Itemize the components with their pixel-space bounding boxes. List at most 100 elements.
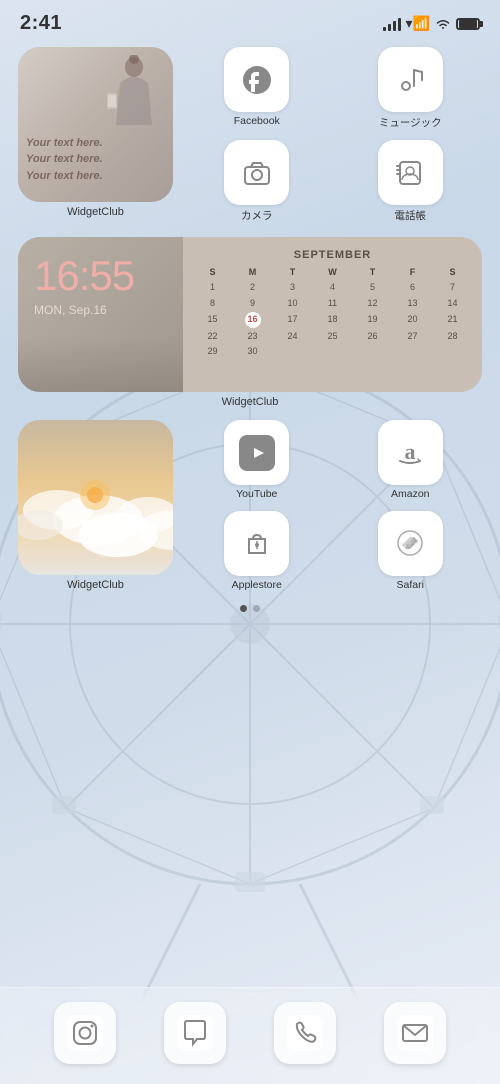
- bottom-row: WidgetClub YouTube: [18, 420, 482, 591]
- music-icon[interactable]: [378, 47, 443, 112]
- cal-day: 8: [193, 296, 232, 311]
- cal-day: 9: [233, 296, 272, 311]
- cal-day: 13: [393, 296, 432, 311]
- calendar-right: SEPTEMBER S M T W T F S 1 2 3 4 5 6 7 8: [183, 237, 482, 392]
- page-dot-active: [240, 605, 247, 612]
- wifi-icon: ▾📶: [406, 15, 430, 32]
- person-silhouette: [100, 55, 155, 145]
- cal-header: M: [233, 265, 272, 280]
- cal-day: 3: [273, 281, 312, 296]
- mail-dock-wrap: [384, 1002, 446, 1064]
- calendar-left: 16:55 MON, Sep.16: [18, 237, 183, 392]
- page-dot-inactive: [253, 605, 260, 612]
- home-screen: Your text here.Your text here.Your text …: [0, 39, 500, 612]
- cal-day: 30: [233, 345, 272, 360]
- amazon-wrap: a Amazon: [339, 420, 483, 501]
- cal-day: 26: [353, 329, 392, 344]
- youtube-icon[interactable]: [224, 420, 289, 485]
- cal-day: 14: [433, 296, 472, 311]
- photo-widget[interactable]: [18, 420, 173, 575]
- widgetclub-small-widget[interactable]: Your text here.Your text here.Your text …: [18, 47, 173, 202]
- bottom-icon-grid: YouTube a Amazon: [185, 420, 482, 591]
- youtube-wrap: YouTube: [185, 420, 329, 501]
- cal-day: 10: [273, 296, 312, 311]
- battery-icon: [456, 18, 480, 30]
- contacts-wrap: 電話帳: [339, 140, 483, 223]
- status-time: 2:41: [20, 12, 62, 35]
- cal-header: W: [313, 265, 352, 280]
- phone-dock-icon[interactable]: [274, 1002, 336, 1064]
- youtube-label: YouTube: [236, 488, 277, 500]
- cal-day: [273, 345, 312, 360]
- dock: [0, 987, 500, 1084]
- signal-icon: [383, 17, 401, 31]
- cal-today: 16: [245, 312, 261, 328]
- cal-day: 29: [193, 345, 232, 360]
- cal-day: 24: [273, 329, 312, 344]
- cal-day: 22: [193, 329, 232, 344]
- photo-widget-label: WidgetClub: [18, 579, 173, 591]
- cal-day: 4: [313, 281, 352, 296]
- cal-day: 25: [313, 329, 352, 344]
- svg-text:a: a: [405, 439, 416, 464]
- safari-label: Safari: [397, 579, 424, 591]
- cal-day: 17: [273, 312, 312, 328]
- status-icons: ▾📶: [383, 15, 480, 32]
- messages-dock-wrap: [164, 1002, 226, 1064]
- cal-day: [433, 345, 472, 360]
- cal-day: 23: [233, 329, 272, 344]
- calendar-time: 16:55: [34, 255, 167, 297]
- cal-day: 15: [193, 312, 232, 328]
- calendar-widget[interactable]: 16:55 MON, Sep.16 SEPTEMBER S M T W T F …: [18, 237, 482, 392]
- status-bar: 2:41 ▾📶: [0, 0, 500, 39]
- cal-header: S: [433, 265, 472, 280]
- widgetclub-small-wrap: Your text here.Your text here.Your text …: [18, 47, 173, 223]
- cal-grid: S M T W T F S 1 2 3 4 5 6 7 8 9 10 11: [193, 265, 472, 359]
- widgetclub-small-label: WidgetClub: [18, 206, 173, 218]
- cal-day: 12: [353, 296, 392, 311]
- calendar-date: MON, Sep.16: [34, 303, 167, 317]
- cal-day: [393, 345, 432, 360]
- cal-day: 2: [233, 281, 272, 296]
- facebook-icon[interactable]: [224, 47, 289, 112]
- cal-day: 5: [353, 281, 392, 296]
- appstore-icon[interactable]: [224, 511, 289, 576]
- cal-month: SEPTEMBER: [193, 249, 472, 261]
- cal-header: S: [193, 265, 232, 280]
- contacts-icon[interactable]: [378, 140, 443, 205]
- cal-day: 19: [353, 312, 392, 328]
- cal-day: 27: [393, 329, 432, 344]
- music-wrap: ミュージック: [339, 47, 483, 130]
- cal-header: T: [353, 265, 392, 280]
- cal-day: 1: [193, 281, 232, 296]
- safari-wrap: Safari: [339, 511, 483, 592]
- page-dots: [18, 605, 482, 612]
- photo-widget-wrap: WidgetClub: [18, 420, 173, 591]
- camera-label: カメラ: [241, 208, 273, 223]
- amazon-icon[interactable]: a: [378, 420, 443, 485]
- cal-header: T: [273, 265, 312, 280]
- cal-day: 21: [433, 312, 472, 328]
- mail-dock-icon[interactable]: [384, 1002, 446, 1064]
- appstore-label: Applestore: [232, 579, 282, 591]
- messages-dock-icon[interactable]: [164, 1002, 226, 1064]
- wifi-icon: [435, 17, 451, 30]
- instagram-dock-icon[interactable]: [54, 1002, 116, 1064]
- safari-icon[interactable]: [378, 511, 443, 576]
- calendar-widget-label: WidgetClub: [18, 396, 482, 408]
- camera-icon[interactable]: [224, 140, 289, 205]
- cal-day: 20: [393, 312, 432, 328]
- phone-dock-wrap: [274, 1002, 336, 1064]
- facebook-label: Facebook: [234, 115, 280, 127]
- cal-day: 18: [313, 312, 352, 328]
- instagram-dock-wrap: [54, 1002, 116, 1064]
- cal-day: 7: [433, 281, 472, 296]
- cal-day: 11: [313, 296, 352, 311]
- cal-day: [353, 345, 392, 360]
- widget-background: Your text here.Your text here.Your text …: [18, 47, 173, 202]
- widget-text: Your text here.Your text here.Your text …: [26, 135, 103, 185]
- amazon-label: Amazon: [391, 488, 430, 500]
- cal-day: [313, 345, 352, 360]
- top-icon-grid: Facebook ミュージック: [185, 47, 482, 223]
- cal-day: 6: [393, 281, 432, 296]
